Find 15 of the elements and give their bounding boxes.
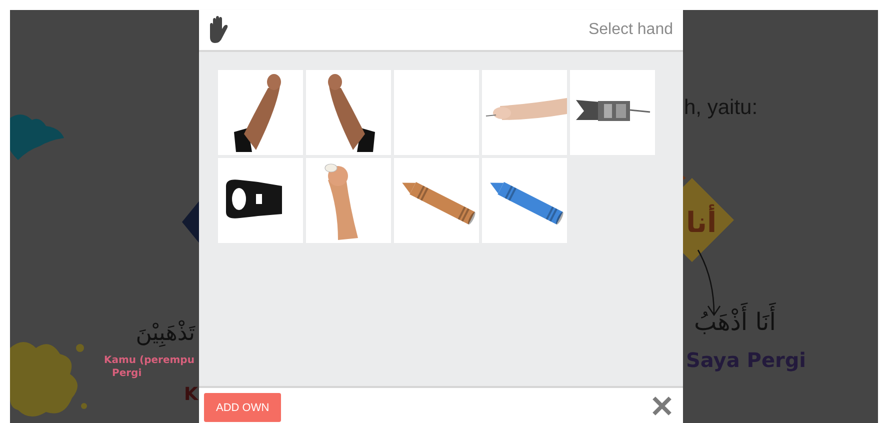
hand-option-tile[interactable]	[570, 70, 655, 155]
add-own-button[interactable]: ADD OWN	[204, 393, 282, 422]
dialog-title: Select hand	[588, 21, 673, 39]
hand-option-tile[interactable]	[218, 70, 303, 155]
zipper-drawing	[226, 180, 282, 218]
translation-text: Pergi	[112, 368, 142, 379]
translation-text: Kamu (perempu	[104, 355, 194, 366]
hand-option-tile[interactable]	[482, 70, 567, 155]
close-icon[interactable]	[651, 394, 673, 416]
pronoun-label: أنا	[686, 206, 717, 239]
hand-option-tile[interactable]	[482, 158, 567, 243]
hand-option-tile[interactable]	[306, 70, 391, 155]
hand-option-tile[interactable]	[306, 158, 391, 243]
hand-option-tile[interactable]	[394, 158, 479, 243]
hand-option-tile[interactable]	[218, 158, 303, 243]
